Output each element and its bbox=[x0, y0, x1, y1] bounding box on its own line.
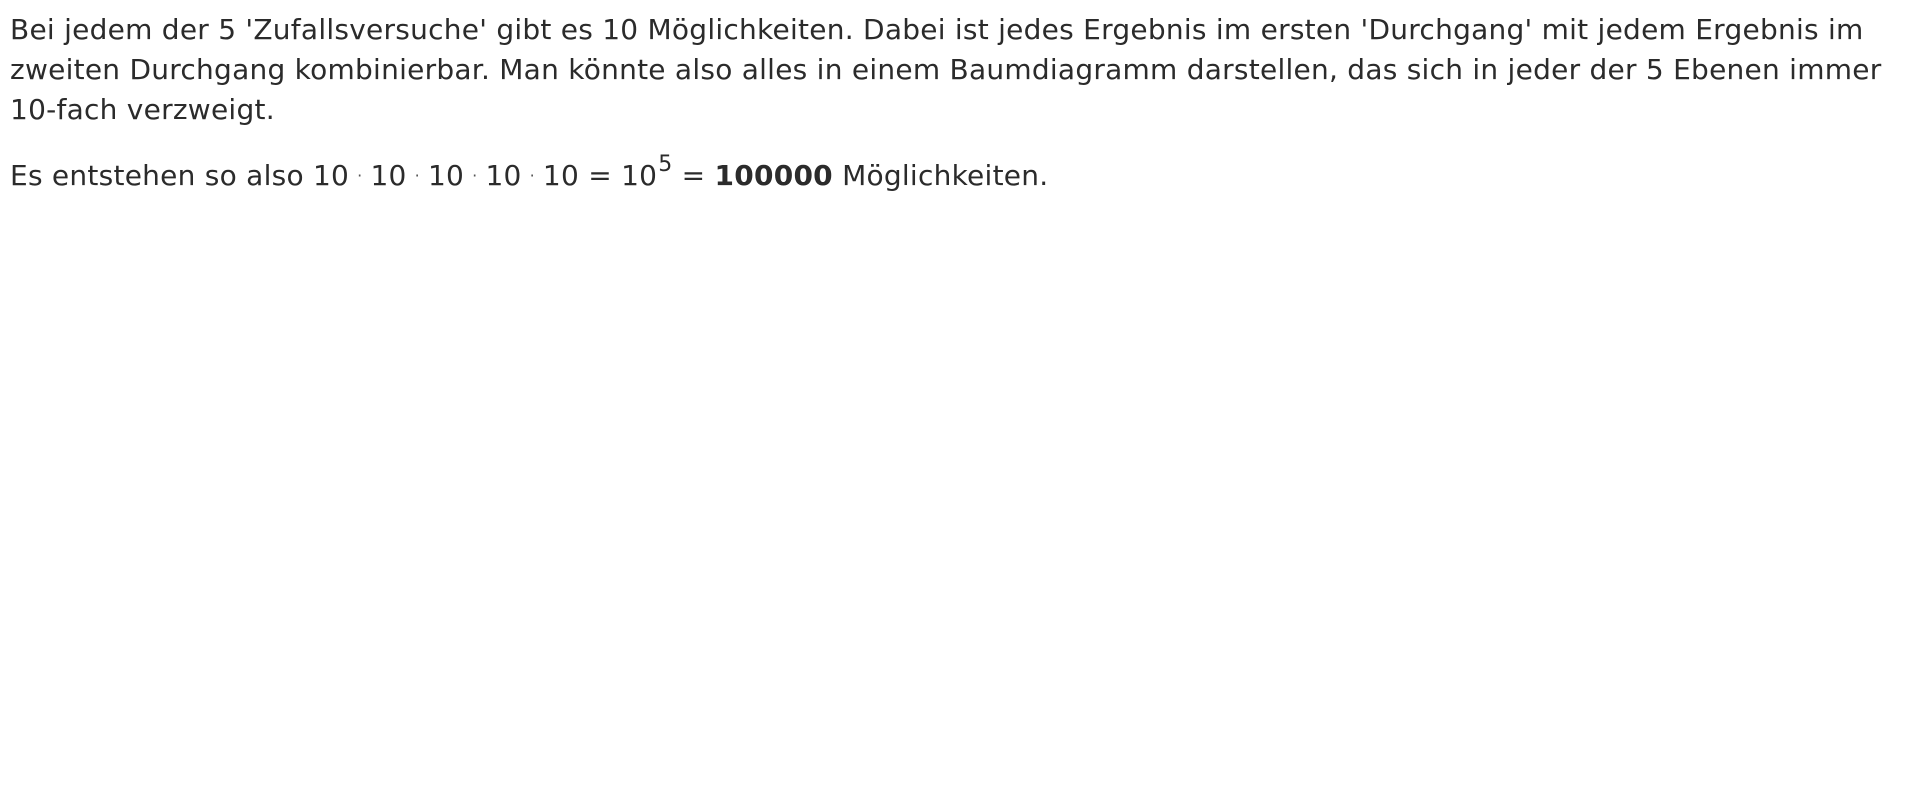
factor: 10 bbox=[370, 159, 407, 192]
equals-sign: = bbox=[588, 159, 612, 192]
factor: 10 bbox=[312, 159, 350, 192]
factor: 10 bbox=[542, 159, 580, 192]
result-prefix: Es entstehen so also bbox=[10, 159, 304, 192]
multiplication-dot: · bbox=[529, 166, 535, 185]
solution-text: Bei jedem der 5 'Zufallsversuche' gibt e… bbox=[0, 0, 1920, 200]
power-exponent: 5 bbox=[658, 152, 673, 177]
result-value: 100000 bbox=[714, 159, 833, 192]
factor: 10 bbox=[427, 159, 465, 192]
multiplication-dot: · bbox=[472, 166, 478, 185]
power-base: 10 bbox=[621, 159, 658, 192]
multiplication-dot: · bbox=[357, 166, 363, 185]
multiplication-dot: · bbox=[414, 166, 420, 185]
equals-sign: = bbox=[681, 159, 706, 192]
factor: 10 bbox=[485, 159, 522, 192]
explanation-paragraph: Bei jedem der 5 'Zufallsversuche' gibt e… bbox=[10, 13, 1882, 126]
product-formula: 10 · 10 · 10 · 10 · 10 = 105 = bbox=[312, 154, 715, 193]
result-paragraph: Es entstehen so also 10 · 10 · 10 · 10 · 10 = 10… bbox=[10, 154, 1910, 200]
result-suffix: Möglichkeiten. bbox=[842, 159, 1049, 192]
